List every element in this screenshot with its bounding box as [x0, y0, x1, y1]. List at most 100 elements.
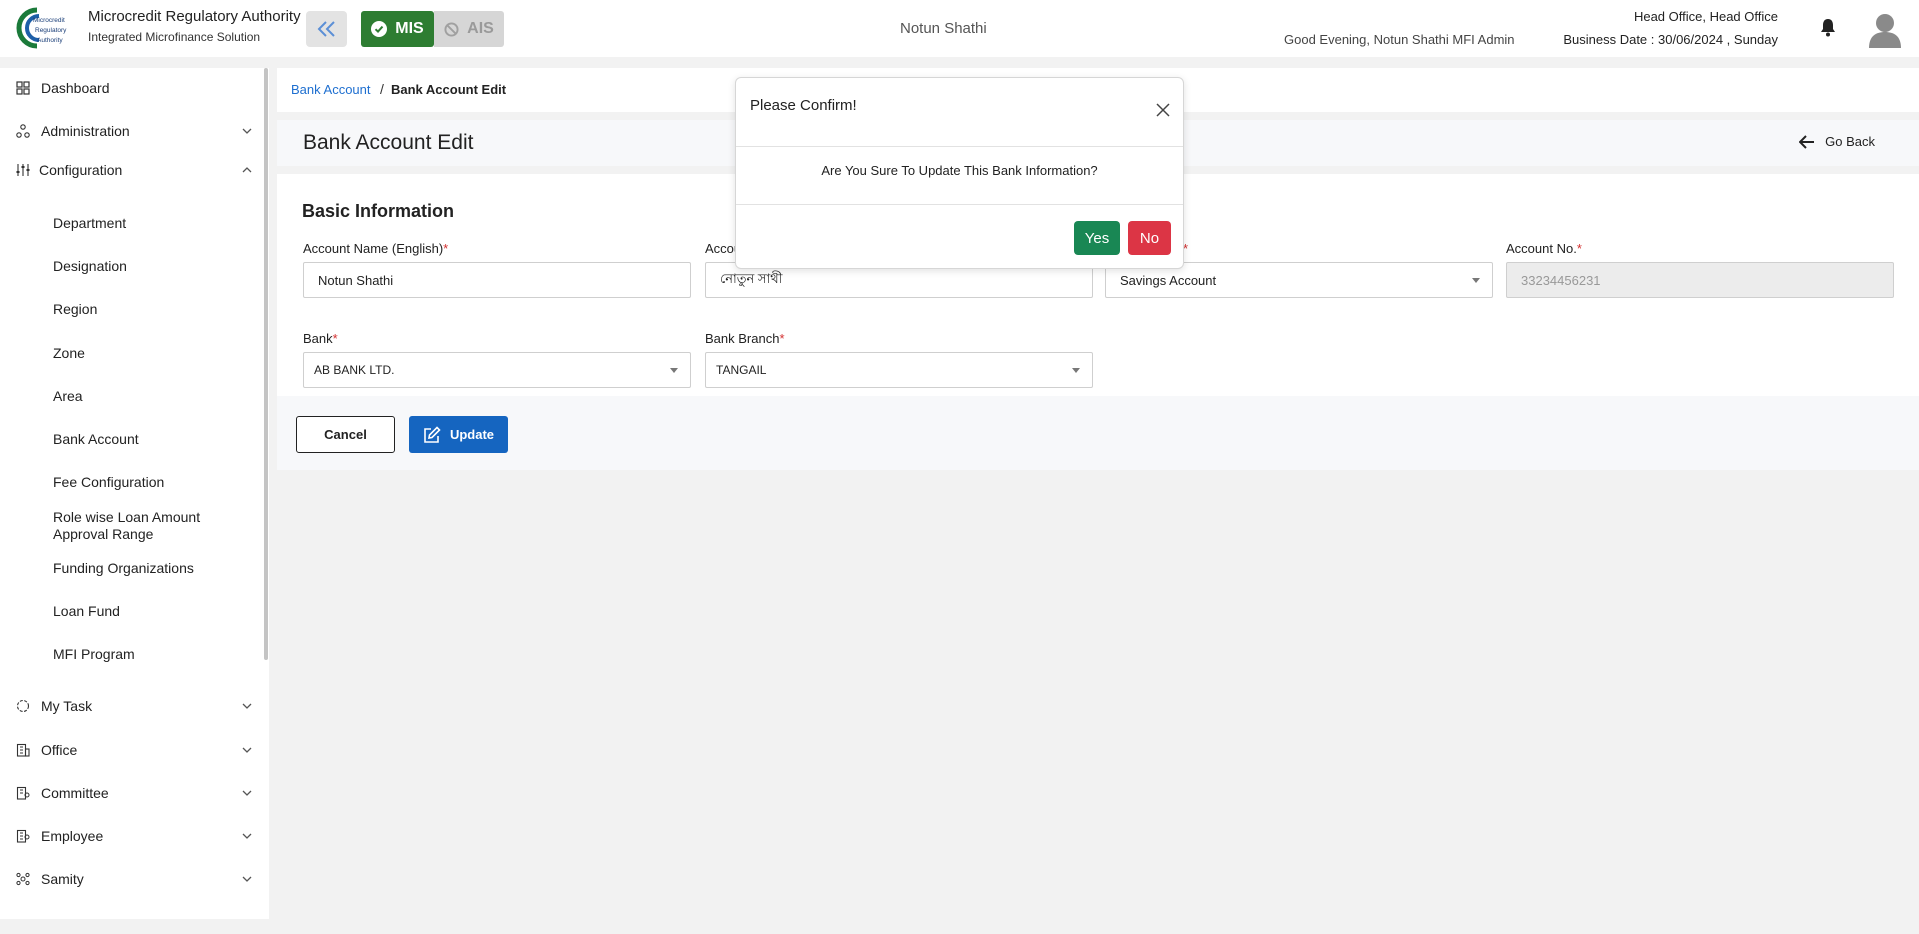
brand-title: Microcredit Regulatory Authority: [88, 8, 301, 25]
edit-icon: [424, 425, 441, 443]
breadcrumb-bank-account-link[interactable]: Bank Account: [291, 82, 371, 97]
close-icon[interactable]: [1155, 102, 1171, 118]
svg-text:Microcredit: Microcredit: [33, 17, 65, 24]
breadcrumb-current: Bank Account Edit: [391, 82, 507, 97]
greeting-text: Good Evening, Notun Shathi MFI Admin: [1284, 32, 1515, 47]
sidebar-label: Employee: [41, 828, 104, 844]
administration-icon: [16, 124, 30, 138]
office-name: Head Office, Head Office: [1633, 9, 1778, 24]
bank-label: Bank*: [303, 331, 338, 346]
group-people-icon: [16, 872, 30, 886]
sidebar-subitem-mfi-program[interactable]: MFI Program: [53, 646, 135, 663]
bank-label-text: Bank: [303, 331, 333, 346]
sidebar: Dashboard Administration Configuration D…: [0, 68, 269, 919]
sidebar-subitem-role-wise-loan-amount[interactable]: Role wise Loan Amount Approval Range: [53, 509, 243, 543]
account-name-en-label: Account Name (English)*: [303, 241, 448, 256]
user-avatar-icon[interactable]: [1868, 12, 1902, 48]
section-title: Basic Information: [302, 201, 455, 221]
account-name-en-value: Notun Shathi: [318, 272, 394, 288]
top-header: Microcredit Regulatory Authority Microcr…: [0, 0, 1919, 57]
sidebar-label: Dashboard: [41, 80, 110, 96]
sidebar-subitem-loan-fund[interactable]: Loan Fund: [53, 603, 120, 620]
chevron-down-icon: [242, 876, 252, 882]
chevron-down-icon: [242, 747, 252, 753]
account-no-label: Account No.*: [1506, 241, 1582, 256]
bank-value: AB BANK LTD.: [314, 363, 395, 377]
account-no-value: 33234456231: [1521, 272, 1601, 288]
account-name-en-input[interactable]: Notun Shathi: [303, 262, 691, 298]
bank-branch-value: TANGAIL: [716, 363, 767, 377]
double-chevron-left-icon: [317, 21, 335, 37]
bank-select[interactable]: AB BANK LTD.: [303, 352, 691, 388]
business-date: Business Date : 30/06/2024 , Sunday: [1563, 32, 1778, 47]
page-title: Bank Account Edit: [303, 131, 474, 154]
account-name-bn-value: নোতুন সাথী: [720, 270, 783, 286]
go-back-label: Go Back: [1825, 134, 1875, 149]
chevron-down-icon: [242, 790, 252, 796]
sidebar-subitem-department[interactable]: Department: [53, 215, 126, 232]
committee-icon: [16, 786, 30, 800]
chevron-down-icon: [242, 703, 252, 709]
sidebar-label: My Task: [41, 698, 93, 714]
required-mark: *: [779, 331, 785, 346]
check-circle-icon: [371, 21, 388, 37]
sidebar-label: Configuration: [39, 162, 123, 178]
sidebar-subitem-zone[interactable]: Zone: [53, 345, 85, 362]
sidebar-subitem-fee-configuration[interactable]: Fee Configuration: [53, 474, 164, 491]
sidebar-label: Administration: [41, 123, 130, 139]
mis-toggle-button[interactable]: MIS: [361, 11, 434, 47]
caret-down-icon: [670, 368, 678, 373]
sidebar-subitem-region[interactable]: Region: [53, 301, 97, 318]
collapse-sidebar-button[interactable]: [306, 11, 347, 47]
sidebar-subitem-funding-organizations[interactable]: Funding Organizations: [53, 560, 194, 577]
sidebar-label: Samity: [41, 871, 84, 887]
chevron-up-icon: [242, 167, 252, 173]
go-back-button[interactable]: Go Back: [1799, 134, 1875, 149]
yes-button[interactable]: Yes: [1074, 221, 1120, 255]
ais-label: AIS: [467, 20, 494, 37]
account-no-input: 33234456231: [1506, 262, 1894, 298]
arrow-left-icon: [1799, 134, 1815, 149]
dialog-divider: [736, 146, 1183, 147]
sliders-icon: [16, 164, 30, 176]
breadcrumb-separator: /: [380, 81, 384, 97]
brand-subtitle: Integrated Microfinance Solution: [88, 30, 261, 44]
caret-down-icon: [1472, 278, 1480, 283]
mra-logo: Microcredit Regulatory Authority: [16, 7, 67, 49]
required-mark: *: [443, 241, 449, 256]
bank-branch-label: Bank Branch*: [705, 331, 785, 346]
mis-label: MIS: [395, 20, 424, 37]
account-no-label-text: Account No.: [1506, 241, 1577, 256]
task-circle-icon: [16, 699, 30, 713]
sidebar-label: Office: [41, 742, 78, 758]
svg-text:Regulatory: Regulatory: [35, 27, 67, 34]
blocked-icon: [444, 21, 459, 37]
sidebar-subitem-bank-account[interactable]: Bank Account: [53, 431, 139, 448]
chevron-down-icon: [242, 833, 252, 839]
confirm-dialog: Please Confirm! Are You Sure To Update T…: [735, 77, 1184, 269]
bank-branch-select[interactable]: TANGAIL: [705, 352, 1093, 388]
account-type-value: Savings Account: [1120, 272, 1217, 288]
no-button[interactable]: No: [1128, 221, 1171, 255]
dialog-divider: [736, 204, 1183, 205]
update-label: Update: [449, 427, 495, 442]
organization-name: Notun Shathi: [900, 20, 987, 37]
required-mark: *: [332, 331, 338, 346]
chevron-down-icon: [242, 128, 252, 134]
sidebar-scrollbar[interactable]: [264, 68, 268, 660]
cancel-button[interactable]: Cancel: [296, 416, 395, 453]
update-button[interactable]: Update: [409, 416, 508, 453]
dashboard-grid-icon: [16, 81, 30, 95]
required-mark: *: [1576, 241, 1582, 256]
ais-toggle-button[interactable]: AIS: [434, 11, 504, 47]
employee-icon: [16, 829, 30, 843]
sidebar-subitem-designation[interactable]: Designation: [53, 258, 127, 275]
sidebar-label: Committee: [41, 785, 109, 801]
svg-text:Authority: Authority: [37, 37, 63, 44]
dialog-title: Please Confirm!: [750, 97, 857, 114]
bank-branch-label-text: Bank Branch: [705, 331, 780, 346]
bell-icon[interactable]: [1820, 18, 1836, 37]
sidebar-subitem-area[interactable]: Area: [53, 388, 83, 405]
dialog-message: Are You Sure To Update This Bank Informa…: [821, 163, 1098, 178]
caret-down-icon: [1072, 368, 1080, 373]
